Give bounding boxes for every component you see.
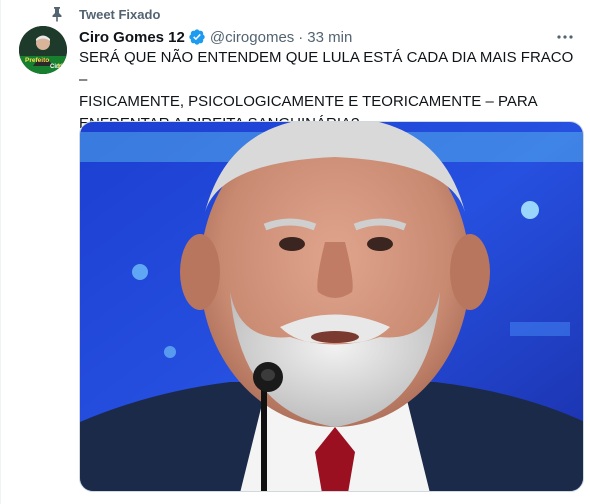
verified-badge-icon — [189, 29, 205, 45]
avatar[interactable]: Prefeito Ciro 12 — [19, 26, 67, 74]
tweet-media-photo[interactable] — [79, 121, 584, 492]
author-display-name[interactable]: Ciro Gomes 12 — [79, 29, 185, 46]
avatar-text-prefeito: Prefeito — [25, 57, 49, 64]
separator-dot: · — [298, 28, 304, 46]
pinned-label: Tweet Fixado — [79, 6, 161, 22]
avatar-text-number: 12 — [57, 64, 64, 70]
author-handle[interactable]: @cirogomes — [210, 29, 294, 46]
pin-icon — [52, 7, 62, 22]
photo-image — [80, 122, 583, 491]
avatar-image: Prefeito Ciro 12 — [19, 26, 67, 74]
pinned-indicator: Tweet Fixado — [51, 5, 160, 23]
tweet-header: Ciro Gomes 12 @cirogomes · 33 min — [79, 27, 578, 47]
tweet-timestamp[interactable]: 33 min — [307, 29, 352, 46]
tweet[interactable]: Tweet Fixado Prefeito Ciro 12 Ciro Gomes… — [0, 0, 590, 504]
more-options-button[interactable] — [554, 27, 576, 47]
more-options-icon — [557, 35, 573, 39]
